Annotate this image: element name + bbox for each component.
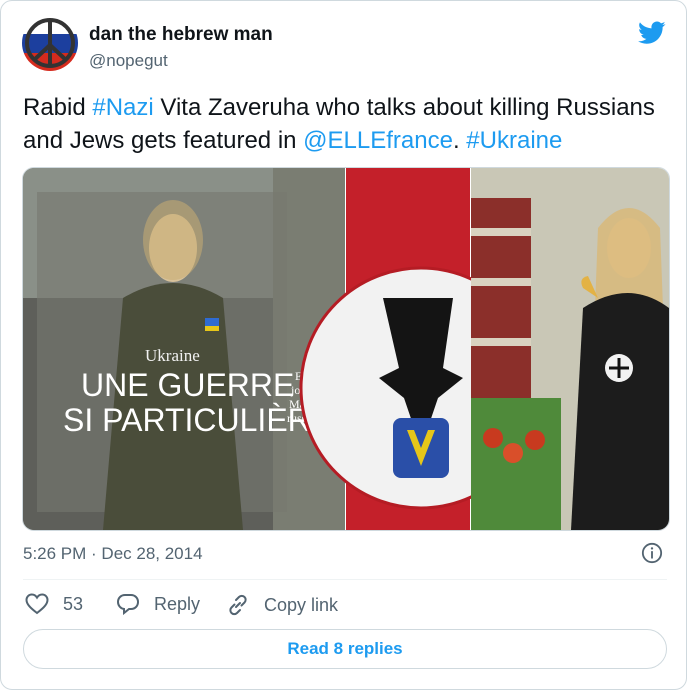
twitter-bird-icon[interactable]: [638, 21, 666, 45]
copy-link-button[interactable]: Copy link: [226, 593, 338, 617]
reply-label: Reply: [154, 593, 201, 614]
info-icon[interactable]: [641, 542, 663, 564]
magazine-headline-line1: UNE GUERRE: [81, 367, 294, 403]
author-display-name[interactable]: dan the hebrew man: [89, 24, 273, 46]
tweet-photo-collage: Ukraine UNE GUERRE SI PARTICULIÈRE Elles…: [23, 168, 669, 530]
reply-bubble-icon: [116, 594, 140, 615]
peace-sign-flag-avatar-icon: [22, 15, 78, 71]
like-button[interactable]: 53: [25, 593, 83, 615]
reply-button[interactable]: Reply: [116, 593, 200, 615]
read-replies-label: Read 8 replies: [287, 639, 403, 658]
read-replies-button[interactable]: Read 8 replies: [23, 629, 667, 669]
hashtag-nazi-link[interactable]: #Nazi: [92, 94, 153, 121]
copy-link-label: Copy link: [264, 594, 339, 615]
tweet-card: dan the hebrew man @nopegut Rabid #Nazi …: [0, 0, 687, 690]
tweet-media[interactable]: Ukraine UNE GUERRE SI PARTICULIÈRE Elles…: [22, 167, 670, 531]
divider: [23, 579, 667, 580]
author-avatar[interactable]: [22, 15, 78, 71]
author-handle[interactable]: @nopegut: [89, 51, 168, 71]
tweet-text-segment: .: [452, 127, 467, 154]
hashtag-ukraine-link[interactable]: #Ukraine: [466, 127, 562, 154]
like-count: 53: [63, 593, 84, 614]
tweet-text: Rabid #Nazi Vita Zaveruha who talks abou…: [23, 91, 673, 157]
link-icon: [229, 594, 247, 616]
heart-icon: [25, 593, 49, 615]
tweet-text-segment: Rabid: [23, 94, 93, 121]
mention-ellefrance-link[interactable]: @ELLEfrance: [303, 127, 453, 154]
tweet-timestamp[interactable]: 5:26 PM · Dec 28, 2014: [23, 544, 203, 564]
magazine-section-label: Ukraine: [145, 346, 200, 365]
